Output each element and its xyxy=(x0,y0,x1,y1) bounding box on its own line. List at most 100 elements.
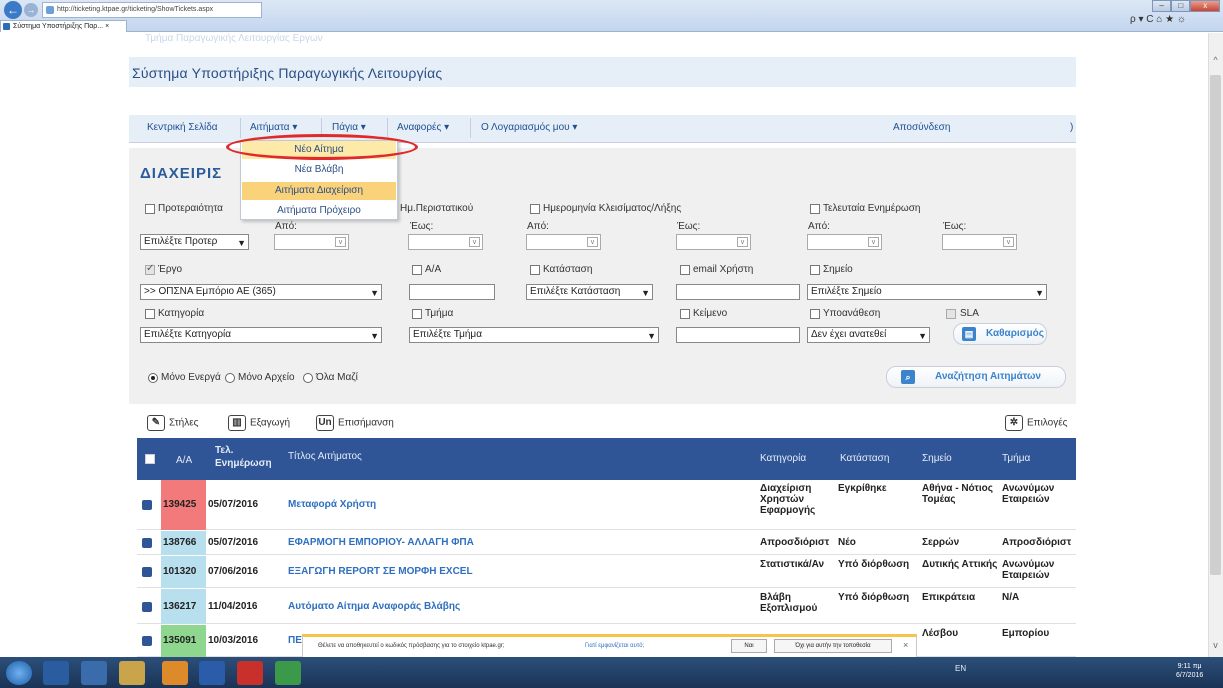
assignment-select[interactable]: Δεν έχει ανατεθεί ▼ xyxy=(807,327,930,343)
header-title[interactable]: Τίτλος Αιτήματος xyxy=(288,451,362,462)
password-close-icon[interactable]: × xyxy=(903,640,908,650)
row-checkbox[interactable] xyxy=(142,538,152,548)
header-category[interactable]: Κατηγορία xyxy=(760,453,806,464)
priority-select[interactable]: Επιλέξτε Προτερ ▼ xyxy=(140,234,249,250)
calendar-icon[interactable]: v xyxy=(587,237,598,247)
nav-account[interactable]: Ο Λογαριασμός μου ▾ xyxy=(481,122,577,133)
closing-date-checkbox[interactable] xyxy=(530,204,540,214)
sla-checkbox[interactable] xyxy=(946,309,956,319)
last-update-checkbox[interactable] xyxy=(810,204,820,214)
update-to-date[interactable]: v xyxy=(942,234,1017,250)
project-select[interactable]: >> ΟΠΣΝΑ Εμπόριο ΑΕ (365) ▼ xyxy=(140,284,382,300)
row-checkbox[interactable] xyxy=(142,636,152,646)
columns-button[interactable]: ✎ Στήλες xyxy=(147,415,199,431)
calendar-icon[interactable]: v xyxy=(868,237,879,247)
row-id[interactable]: 139425 xyxy=(161,480,206,530)
status-select[interactable]: Επιλέξτε Κατάσταση ▼ xyxy=(526,284,653,300)
highlight-button[interactable]: Un Επισήμανση xyxy=(316,415,394,431)
header-last-update-2[interactable]: Ενημέρωση xyxy=(215,458,272,469)
closing-from-date[interactable]: v xyxy=(526,234,601,250)
header-department[interactable]: Τμήμα xyxy=(1002,453,1030,464)
search-button[interactable]: ⌕ Αναζήτηση Αιτημάτων xyxy=(886,366,1066,388)
maximize-button[interactable]: □ xyxy=(1171,0,1191,12)
nav-reports[interactable]: Αναφορές ▾ xyxy=(397,122,449,133)
menu-item-manage-requests[interactable]: Αιτήματα Διαχείριση xyxy=(242,182,396,200)
browser-tab[interactable]: Σύστημα Υποστήριξης Παρ... × xyxy=(0,20,127,32)
scroll-up-icon[interactable]: ^ xyxy=(1208,55,1223,67)
calendar-icon[interactable]: v xyxy=(737,237,748,247)
header-point[interactable]: Σημείο xyxy=(922,453,952,464)
row-checkbox[interactable] xyxy=(142,601,152,612)
row-checkbox[interactable] xyxy=(142,567,152,577)
password-no-button[interactable]: Όχι για αυτήν την τοποθεσία xyxy=(774,639,892,653)
radio-only-active[interactable] xyxy=(148,373,158,383)
row-title[interactable]: ΕΦΑΡΜΟΓΗ ΕΜΠΟΡΙΟΥ- ΑΛΛΑΓΗ ΦΠΑ xyxy=(288,537,748,548)
department-checkbox[interactable] xyxy=(412,309,422,319)
tab-close-icon[interactable]: × xyxy=(105,23,109,30)
tray-lang[interactable]: EN xyxy=(955,664,966,673)
user-email-checkbox[interactable] xyxy=(680,265,690,275)
incident-from-date[interactable]: v xyxy=(274,234,349,250)
category-checkbox[interactable] xyxy=(145,309,155,319)
clear-button[interactable]: ▤ Καθαρισμός xyxy=(953,323,1047,345)
category-select[interactable]: Επιλέξτε Κατηγορία ▼ xyxy=(140,327,382,343)
nav-requests[interactable]: Αιτήματα ▾ xyxy=(250,122,297,133)
radio-all[interactable] xyxy=(303,373,313,383)
priority-checkbox[interactable] xyxy=(145,204,155,214)
header-last-update-1[interactable]: Τελ. xyxy=(215,445,233,456)
user-email-input[interactable] xyxy=(676,284,800,300)
select-all-checkbox[interactable] xyxy=(145,454,155,464)
browser-right-icons[interactable]: ρ ▾ C ⌂ ★ ☼ xyxy=(1130,14,1186,25)
status-checkbox[interactable] xyxy=(530,265,540,275)
scroll-down-icon[interactable]: v xyxy=(1208,640,1223,652)
department-select[interactable]: Επιλέξτε Τμήμα ▼ xyxy=(409,327,659,343)
row-title[interactable]: ΕΞΑΓΩΓΗ REPORT ΣΕ ΜΟΡΦΗ EXCEL xyxy=(288,566,748,577)
update-from-date[interactable]: v xyxy=(807,234,882,250)
folder-icon[interactable] xyxy=(119,661,145,685)
text-input[interactable] xyxy=(676,327,800,343)
calendar-icon[interactable]: v xyxy=(335,237,346,247)
word-icon[interactable] xyxy=(199,661,225,685)
address-bar[interactable]: http://ticketing.ktpae.gr/ticketing/Show… xyxy=(42,2,262,18)
aa-input[interactable] xyxy=(409,284,495,300)
back-button[interactable]: ← xyxy=(4,1,22,19)
assignment-checkbox[interactable] xyxy=(810,309,820,319)
menu-item-new-fault[interactable]: Νέα Βλάβη xyxy=(242,161,396,179)
header-aa[interactable]: Α/Α xyxy=(176,455,192,466)
point-checkbox[interactable] xyxy=(810,265,820,275)
calendar-icon[interactable]: v xyxy=(469,237,480,247)
row-title[interactable]: Αυτόματο Αίτημα Αναφοράς Βλάβης xyxy=(288,601,748,612)
start-icon[interactable] xyxy=(6,661,32,685)
clock[interactable]: 9:11 πμ 6/7/2016 xyxy=(1176,662,1203,680)
calendar-icon[interactable]: v xyxy=(1003,237,1014,247)
export-button[interactable]: ▥ Εξαγωγή xyxy=(228,415,290,431)
nav-logout[interactable]: Αποσύνδεση xyxy=(893,122,950,133)
header-status[interactable]: Κατάσταση xyxy=(840,453,889,464)
radio-only-archive[interactable] xyxy=(225,373,235,383)
tray-icons[interactable] xyxy=(975,666,1167,676)
forward-button[interactable]: → xyxy=(24,3,38,17)
project-checkbox[interactable] xyxy=(145,263,155,275)
row-checkbox[interactable] xyxy=(142,500,152,510)
excel-icon[interactable] xyxy=(275,661,301,685)
chrome-icon[interactable] xyxy=(81,661,107,685)
row-id[interactable]: 135091 xyxy=(161,625,206,657)
nav-assets[interactable]: Πάγια ▾ xyxy=(332,122,366,133)
menu-item-draft-requests[interactable]: Αιτήματα Πρόχειρο xyxy=(242,202,396,220)
minimize-button[interactable]: – xyxy=(1152,0,1172,12)
ie-icon[interactable] xyxy=(43,661,69,685)
nav-home[interactable]: Κεντρική Σελίδα xyxy=(147,122,218,133)
text-checkbox[interactable] xyxy=(680,309,690,319)
password-yes-button[interactable]: Ναι xyxy=(731,639,767,653)
scrollbar-thumb[interactable] xyxy=(1210,75,1221,575)
row-id[interactable]: 138766 xyxy=(161,531,206,555)
point-select[interactable]: Επιλέξτε Σημείο ▼ xyxy=(807,284,1047,300)
options-button[interactable]: ✲ Επιλογές xyxy=(1005,415,1067,431)
acrobat-icon[interactable] xyxy=(237,661,263,685)
row-id[interactable]: 136217 xyxy=(161,589,206,624)
password-why-link[interactable]: Γιατί εμφανίζεται αυτό; xyxy=(585,643,644,649)
closing-to-date[interactable]: v xyxy=(676,234,751,250)
row-title[interactable]: Μεταφορά Χρήστη xyxy=(288,499,748,510)
aa-checkbox[interactable] xyxy=(412,265,422,275)
incident-to-date[interactable]: v xyxy=(408,234,483,250)
